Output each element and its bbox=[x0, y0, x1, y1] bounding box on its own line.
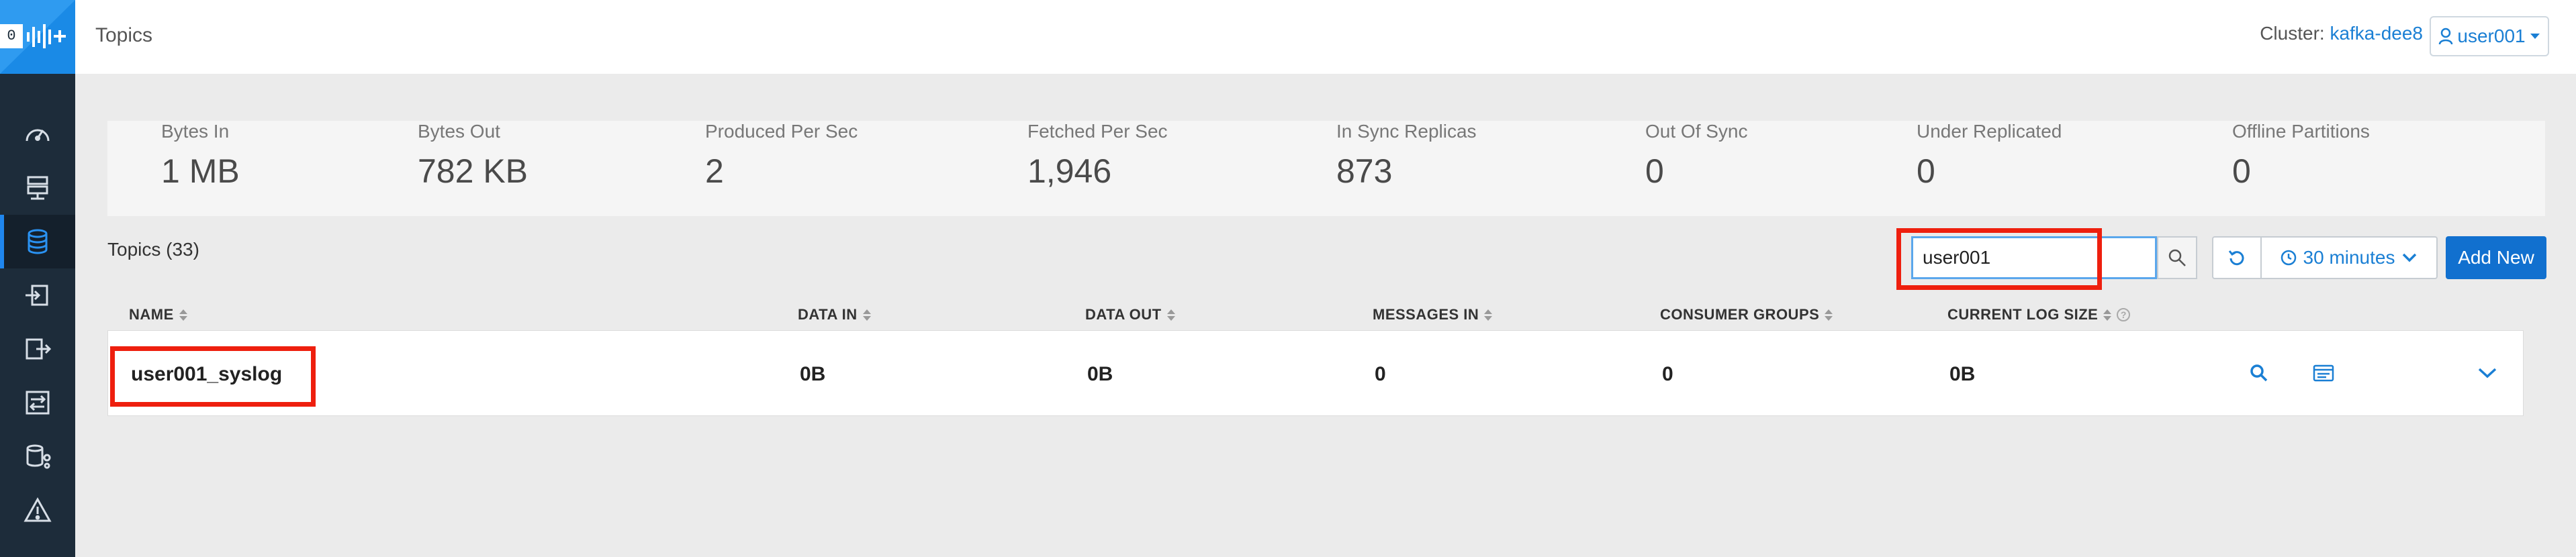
table-row[interactable]: user001_syslog 0B 0B 0 0 0B bbox=[107, 330, 2524, 416]
column-header-log-size[interactable]: CURRENT LOG SIZE ? bbox=[1947, 306, 2131, 323]
topic-name-link[interactable]: user001_syslog bbox=[131, 363, 282, 386]
top-header: Topics Cluster: kafka-dee8 user001 bbox=[75, 0, 2576, 74]
cluster-selector: Cluster: kafka-dee8 bbox=[2260, 23, 2423, 44]
sort-icon bbox=[2103, 309, 2112, 321]
metrics-summary: Bytes In 1 MB Bytes Out 782 KB Produced … bbox=[107, 121, 2545, 216]
sidebar-item-alerts[interactable] bbox=[0, 483, 75, 537]
time-range-dropdown[interactable]: 30 minutes bbox=[2260, 236, 2438, 279]
search-icon bbox=[2168, 249, 2186, 266]
cell-consumer-groups: 0 bbox=[1662, 363, 1673, 385]
producers-icon bbox=[26, 285, 48, 306]
page-title: Topics bbox=[95, 24, 153, 46]
stat-value: 0 bbox=[1917, 152, 1935, 190]
chevron-down-icon bbox=[2478, 368, 2497, 378]
stat-label: In Sync Replicas bbox=[1336, 121, 1477, 142]
user-icon bbox=[2439, 28, 2453, 45]
sort-icon bbox=[1825, 309, 1833, 321]
column-header-messages-in[interactable]: MESSAGES IN bbox=[1373, 306, 1493, 323]
sort-icon bbox=[862, 309, 871, 321]
stat-value: 0 bbox=[2232, 152, 2251, 190]
stat-value: 0 bbox=[1645, 152, 1664, 190]
stat-value: 782 KB bbox=[418, 152, 528, 190]
replication-icon bbox=[26, 391, 50, 415]
help-icon[interactable]: ? bbox=[2117, 308, 2131, 321]
sidebar-item-lineage[interactable] bbox=[0, 429, 75, 483]
stat-label: Fetched Per Sec bbox=[1027, 121, 1168, 142]
sidebar-item-topics[interactable] bbox=[0, 215, 75, 268]
refresh-button[interactable] bbox=[2212, 236, 2262, 279]
search-button[interactable] bbox=[2157, 236, 2197, 279]
topics-count: Topics (33) bbox=[107, 239, 199, 260]
stat-label: Out Of Sync bbox=[1645, 121, 1748, 142]
column-header-data-out[interactable]: DATA OUT bbox=[1085, 306, 1175, 323]
sort-icon bbox=[1484, 309, 1493, 321]
stat-label: Offline Partitions bbox=[2232, 121, 2370, 142]
expand-row-button[interactable] bbox=[2471, 356, 2504, 390]
sort-icon bbox=[179, 309, 187, 321]
stat-value: 873 bbox=[1336, 152, 1393, 190]
stat-value: 2 bbox=[705, 152, 724, 190]
chevron-down-icon bbox=[2403, 253, 2417, 262]
add-new-button[interactable]: Add New bbox=[2446, 236, 2546, 279]
sidebar: 0 bbox=[0, 0, 75, 557]
cell-messages-in: 0 bbox=[1375, 363, 1386, 385]
cell-data-out: 0B bbox=[1087, 363, 1113, 385]
search-icon bbox=[2250, 364, 2268, 382]
topic-search-input[interactable] bbox=[1911, 236, 2157, 279]
time-range-label: 30 minutes bbox=[2303, 247, 2395, 268]
profile-card-icon bbox=[2313, 364, 2334, 382]
stat-value: 1,946 bbox=[1027, 152, 1112, 190]
column-header-name[interactable]: NAME bbox=[129, 306, 187, 323]
clock-icon bbox=[2281, 250, 2296, 266]
stat-label: Produced Per Sec bbox=[705, 121, 858, 142]
alert-icon bbox=[24, 497, 52, 522]
stat-label: Bytes In bbox=[161, 121, 230, 142]
inspect-topic-button[interactable] bbox=[2242, 356, 2276, 390]
gauge-icon bbox=[26, 129, 50, 142]
caret-down-icon bbox=[2530, 34, 2540, 39]
sidebar-item-replication[interactable] bbox=[0, 376, 75, 429]
app-logo[interactable]: 0 bbox=[0, 0, 75, 74]
brokers-icon bbox=[27, 176, 48, 200]
sidebar-item-brokers[interactable] bbox=[0, 161, 75, 215]
database-icon bbox=[28, 229, 48, 254]
topic-details-button[interactable] bbox=[2307, 356, 2340, 390]
stat-value: 1 MB bbox=[161, 152, 240, 190]
user-name: user001 bbox=[2457, 26, 2526, 46]
column-header-data-in[interactable]: DATA IN bbox=[798, 306, 871, 323]
user-menu-button[interactable]: user001 bbox=[2430, 16, 2549, 56]
cluster-link[interactable]: kafka-dee8 bbox=[2330, 23, 2423, 44]
logo-badge: 0 bbox=[0, 24, 23, 48]
sidebar-item-dashboard[interactable] bbox=[0, 107, 75, 161]
column-header-consumer-groups[interactable]: CONSUMER GROUPS bbox=[1660, 306, 1833, 323]
sidebar-item-consumers[interactable] bbox=[0, 322, 75, 376]
sort-icon bbox=[1166, 309, 1175, 321]
refresh-icon bbox=[2228, 250, 2244, 266]
stat-label: Under Replicated bbox=[1917, 121, 2062, 142]
cluster-label: Cluster: bbox=[2260, 23, 2325, 44]
cell-data-in: 0B bbox=[800, 363, 826, 385]
lineage-icon bbox=[26, 444, 51, 469]
cell-log-size: 0B bbox=[1949, 363, 1976, 385]
logo-mark-icon bbox=[27, 24, 66, 48]
consumers-icon bbox=[26, 338, 52, 360]
stat-label: Bytes Out bbox=[418, 121, 500, 142]
sidebar-item-producers[interactable] bbox=[0, 268, 75, 322]
